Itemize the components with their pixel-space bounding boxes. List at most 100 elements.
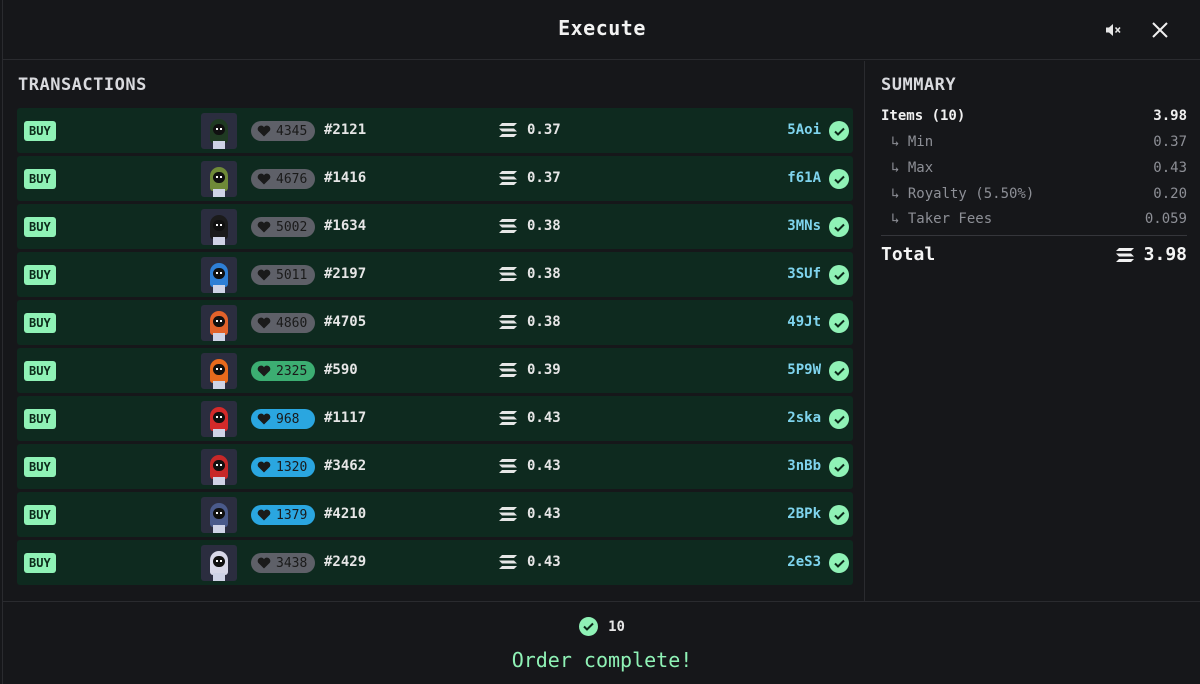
transactions-title: TRANSACTIONS	[18, 75, 147, 95]
check-icon	[829, 121, 849, 141]
buy-badge: BUY	[24, 217, 56, 237]
token-number: #4705	[324, 314, 367, 330]
transaction-signature-link[interactable]: 5Aoi	[787, 122, 821, 138]
nft-avatar[interactable]	[201, 305, 237, 341]
transaction-signature-link[interactable]: 3SUf	[787, 266, 821, 282]
summary-max-line: ↳ Max 0.43	[881, 160, 1187, 176]
transaction-row: BUY 4860 #4705 0.38 49Jt	[17, 300, 853, 345]
nft-avatar[interactable]	[201, 209, 237, 245]
summary-items-line: Items (10) 3.98	[881, 108, 1187, 124]
rarity-rank-badge: 4676	[251, 169, 315, 189]
avatar-body	[213, 141, 225, 149]
token-number: #1634	[324, 218, 367, 234]
nft-avatar[interactable]	[201, 353, 237, 389]
close-icon	[1152, 22, 1168, 38]
rarity-rank-badge: 1320	[251, 457, 315, 477]
price-value: 0.43	[527, 554, 561, 570]
summary-title: SUMMARY	[881, 75, 957, 95]
rarity-rank-value: 5011	[276, 267, 308, 283]
buy-badge: BUY	[24, 313, 56, 333]
rarity-rank-badge: 4860	[251, 313, 315, 333]
nft-avatar[interactable]	[201, 497, 237, 533]
avatar-eye	[220, 512, 222, 514]
avatar-eye	[220, 128, 222, 130]
summary-max-value: 0.43	[1153, 160, 1187, 176]
price-value: 0.43	[527, 506, 561, 522]
avatar-eye	[216, 320, 218, 322]
transaction-signature-link[interactable]: 2BPk	[787, 506, 821, 522]
avatar-face	[213, 460, 225, 471]
summary-panel: SUMMARY Items (10) 3.98 ↳ Min 0.37 ↳ Max…	[866, 61, 1200, 601]
summary-royalty-value: 0.20	[1153, 186, 1187, 202]
nft-avatar[interactable]	[201, 161, 237, 197]
buy-badge: BUY	[24, 361, 56, 381]
solana-icon	[499, 507, 517, 521]
price-value: 0.38	[527, 266, 561, 282]
token-number: #2121	[324, 122, 367, 138]
buy-badge: BUY	[24, 169, 56, 189]
avatar-face	[213, 508, 225, 519]
price-value: 0.43	[527, 458, 561, 474]
transaction-row: BUY 4345 #2121 0.37 5Aoi	[17, 108, 853, 153]
completed-count: 10	[608, 618, 625, 635]
heart-icon	[257, 413, 271, 425]
transaction-signature-link[interactable]: 3MNs	[787, 218, 821, 234]
transaction-row: BUY 1379 #4210 0.43 2BPk	[17, 492, 853, 537]
close-button[interactable]	[1146, 16, 1174, 44]
avatar-eye	[220, 320, 222, 322]
summary-total-label: Total	[881, 244, 936, 265]
avatar-body	[213, 477, 225, 485]
solana-icon	[499, 171, 517, 185]
avatar-eye	[220, 464, 222, 466]
nft-avatar[interactable]	[201, 449, 237, 485]
avatar-eye	[220, 224, 222, 226]
transactions-list: BUY 4345 #2121 0.37 5Aoi BUY 4676 #1416 …	[17, 108, 853, 588]
nft-avatar[interactable]	[201, 401, 237, 437]
avatar-eye	[216, 224, 218, 226]
transaction-signature-link[interactable]: f61A	[787, 170, 821, 186]
transaction-signature-link[interactable]: 49Jt	[787, 314, 821, 330]
token-number: #4210	[324, 506, 367, 522]
nft-avatar[interactable]	[201, 257, 237, 293]
transaction-row: BUY 1320 #3462 0.43 3nBb	[17, 444, 853, 489]
summary-royalty-line: ↳ Royalty (5.50%) 0.20	[881, 186, 1187, 202]
avatar-eye	[216, 464, 218, 466]
avatar-eye	[220, 176, 222, 178]
transaction-signature-link[interactable]: 5P9W	[787, 362, 821, 378]
avatar-face	[213, 556, 225, 567]
solana-icon	[499, 315, 517, 329]
speaker-muted-icon	[1106, 24, 1121, 36]
transaction-signature-link[interactable]: 3nBb	[787, 458, 821, 474]
transaction-signature-link[interactable]: 2ska	[787, 410, 821, 426]
heart-icon	[257, 317, 271, 329]
token-number: #1416	[324, 170, 367, 186]
check-icon	[829, 457, 849, 477]
transaction-signature-link[interactable]: 2eS3	[787, 554, 821, 570]
rarity-rank-value: 4676	[276, 171, 308, 187]
rarity-rank-value: 1320	[276, 459, 308, 475]
solana-icon	[499, 411, 517, 425]
solana-icon	[1115, 247, 1134, 262]
nft-avatar[interactable]	[201, 545, 237, 581]
transaction-row: BUY 5011 #2197 0.38 3SUf	[17, 252, 853, 297]
buy-badge: BUY	[24, 409, 56, 429]
nft-avatar[interactable]	[201, 113, 237, 149]
rarity-rank-value: 968	[276, 411, 300, 427]
summary-max-label: ↳ Max	[891, 160, 934, 176]
avatar-eye	[216, 176, 218, 178]
buy-badge: BUY	[24, 553, 56, 573]
token-number: #3462	[324, 458, 367, 474]
heart-icon	[257, 461, 271, 473]
summary-fees-label: ↳ Taker Fees	[891, 211, 993, 227]
token-number: #1117	[324, 410, 367, 426]
avatar-face	[213, 124, 225, 135]
mute-button[interactable]	[1099, 16, 1127, 44]
avatar-eye	[216, 416, 218, 418]
avatar-eye	[220, 368, 222, 370]
summary-min-value: 0.37	[1153, 134, 1187, 150]
avatar-face	[213, 172, 225, 183]
summary-divider	[881, 235, 1187, 236]
rarity-rank-value: 4345	[276, 123, 308, 139]
avatar-body	[213, 381, 225, 389]
rarity-rank-value: 1379	[276, 507, 308, 523]
